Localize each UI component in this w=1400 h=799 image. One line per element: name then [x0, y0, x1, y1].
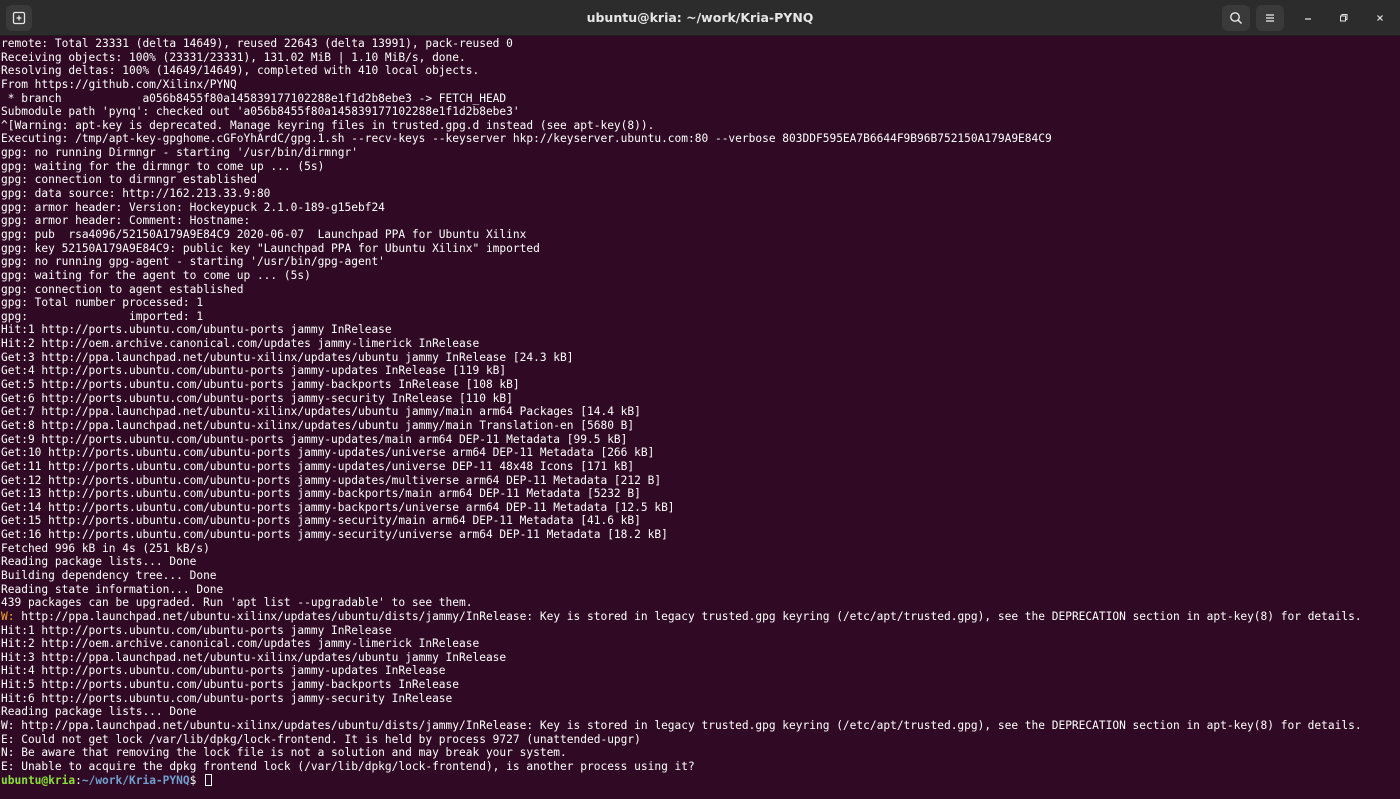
terminal-line: 439 packages can be upgraded. Run 'apt l… — [1, 596, 473, 610]
terminal-line: Get:5 http://ports.ubuntu.com/ubuntu-por… — [1, 378, 520, 392]
terminal-line: Hit:1 http://ports.ubuntu.com/ubuntu-por… — [1, 323, 392, 337]
terminal-line: Reading state information... Done — [1, 582, 224, 596]
terminal-line: gpg: pub rsa4096/52150A179A9E84C9 2020-0… — [1, 227, 527, 241]
prompt-path: ~/work/Kria-PYNQ — [81, 773, 190, 787]
terminal-line: Hit:4 http://ports.ubuntu.com/ubuntu-por… — [1, 664, 446, 678]
terminal-line: gpg: connection to agent established — [1, 282, 244, 296]
prompt-line[interactable]: ubuntu@kria:~/work/Kria-PYNQ$ — [1, 773, 1400, 788]
hamburger-menu-icon — [1266, 14, 1274, 22]
close-icon — [1377, 15, 1383, 21]
minimize-icon — [1305, 18, 1311, 20]
terminal-line: Hit:5 http://ports.ubuntu.com/ubuntu-por… — [1, 678, 460, 692]
terminal-line: Fetched 996 kB in 4s (251 kB/s) — [1, 541, 210, 555]
terminal-line: gpg: imported: 1 — [1, 309, 204, 323]
new-tab-button[interactable] — [6, 5, 32, 31]
terminal-line: Get:9 http://ports.ubuntu.com/ubuntu-por… — [1, 432, 628, 446]
terminal-line: Get:14 http://ports.ubuntu.com/ubuntu-po… — [1, 500, 675, 514]
terminal-line: Hit:6 http://ports.ubuntu.com/ubuntu-por… — [1, 691, 453, 705]
window-title: ubuntu@kria: ~/work/Kria-PYNQ — [586, 10, 814, 25]
terminal-line: remote: Total 23331 (delta 14649), reuse… — [1, 37, 513, 50]
output-block: remote: Total 23331 (delta 14649), reuse… — [1, 37, 1400, 610]
minimize-button[interactable] — [1296, 6, 1320, 30]
maximize-icon — [1340, 14, 1348, 22]
terminal-line: W: http://ppa.launchpad.net/ubuntu-xilin… — [1, 719, 1362, 733]
warning-prefix: W: — [1, 609, 15, 623]
terminal-line: Get:16 http://ports.ubuntu.com/ubuntu-po… — [1, 528, 668, 542]
prompt-separator: : — [75, 773, 82, 787]
terminal-line: Get:8 http://ppa.launchpad.net/ubuntu-xi… — [1, 418, 635, 432]
terminal-line: Get:10 http://ports.ubuntu.com/ubuntu-po… — [1, 446, 655, 460]
new-tab-icon — [12, 11, 26, 25]
terminal-line: gpg: armor header: Comment: Hostname: — [1, 214, 251, 228]
terminal-line: gpg: waiting for the dirmngr to come up … — [1, 159, 325, 173]
terminal-line: Hit:2 http://oem.archive.canonical.com/u… — [1, 337, 480, 351]
terminal-line: N: Be aware that removing the lock file … — [1, 746, 567, 760]
terminal-line: E: Could not get lock /var/lib/dpkg/lock… — [1, 732, 641, 746]
terminal-line: gpg: armor header: Version: Hockeypuck 2… — [1, 200, 385, 214]
close-button[interactable] — [1368, 6, 1392, 30]
terminal-line: gpg: connection to dirmngr established — [1, 173, 257, 187]
terminal-line: Get:13 http://ports.ubuntu.com/ubuntu-po… — [1, 487, 641, 501]
terminal-line: gpg: key 52150A179A9E84C9: public key "L… — [1, 241, 540, 255]
terminal-line: ^[Warning: apt-key is deprecated. Manage… — [1, 118, 655, 132]
window-titlebar: ubuntu@kria: ~/work/Kria-PYNQ — [0, 0, 1400, 36]
terminal-line: Get:7 http://ppa.launchpad.net/ubuntu-xi… — [1, 405, 641, 419]
terminal-line: Hit:2 http://oem.archive.canonical.com/u… — [1, 637, 480, 651]
terminal-line: Resolving deltas: 100% (14649/14649), co… — [1, 64, 480, 78]
terminal-output[interactable]: remote: Total 23331 (delta 14649), reuse… — [0, 37, 1400, 799]
terminal-line: Building dependency tree... Done — [1, 568, 217, 582]
terminal-line: Get:12 http://ports.ubuntu.com/ubuntu-po… — [1, 473, 662, 487]
prompt-symbol: $ — [189, 773, 204, 787]
terminal-line: Receiving objects: 100% (23331/23331), 1… — [1, 50, 466, 64]
terminal-line: Submodule path 'pynq': checked out 'a056… — [1, 105, 520, 119]
terminal-line: From https://github.com/Xilinx/PYNQ — [1, 77, 237, 91]
terminal-line: Hit:1 http://ports.ubuntu.com/ubuntu-por… — [1, 623, 392, 637]
warning-line: W: http://ppa.launchpad.net/ubuntu-xilin… — [1, 610, 1400, 624]
output-block-after: Hit:1 http://ports.ubuntu.com/ubuntu-por… — [1, 624, 1400, 774]
terminal-line: gpg: no running gpg-agent - starting '/u… — [1, 255, 385, 269]
titlebar-controls — [1222, 5, 1392, 31]
terminal-line: Get:15 http://ports.ubuntu.com/ubuntu-po… — [1, 514, 641, 528]
terminal-line: * branch a056b8455f80a145839177102288e1f… — [1, 91, 507, 105]
terminal-line: Get:6 http://ports.ubuntu.com/ubuntu-por… — [1, 391, 513, 405]
terminal-line: Reading package lists... Done — [1, 555, 197, 569]
terminal-line: E: Unable to acquire the dpkg frontend l… — [1, 759, 695, 773]
prompt-user-host: ubuntu@kria — [1, 773, 76, 787]
terminal-line: Get:3 http://ppa.launchpad.net/ubuntu-xi… — [1, 350, 574, 364]
terminal-line: Get:4 http://ports.ubuntu.com/ubuntu-por… — [1, 364, 507, 378]
terminal-cursor — [205, 773, 213, 786]
terminal-line: gpg: data source: http://162.213.33.9:80 — [1, 187, 271, 201]
terminal-line: gpg: Total number processed: 1 — [1, 296, 204, 310]
menu-button[interactable] — [1256, 5, 1284, 31]
search-button[interactable] — [1222, 5, 1250, 31]
terminal-line: Get:11 http://ports.ubuntu.com/ubuntu-po… — [1, 459, 635, 473]
maximize-button[interactable] — [1332, 6, 1356, 30]
terminal-line: Reading package lists... Done — [1, 705, 197, 719]
warning-text: http://ppa.launchpad.net/ubuntu-xilinx/u… — [14, 609, 1362, 623]
terminal-line: Executing: /tmp/apt-key-gpghome.cGFoYhAr… — [1, 132, 1052, 146]
search-icon — [1230, 12, 1243, 25]
terminal-line: gpg: waiting for the agent to come up ..… — [1, 268, 311, 282]
terminal-line: Hit:3 http://ppa.launchpad.net/ubuntu-xi… — [1, 650, 507, 664]
terminal-line: gpg: no running Dirmngr - starting '/usr… — [1, 146, 358, 160]
